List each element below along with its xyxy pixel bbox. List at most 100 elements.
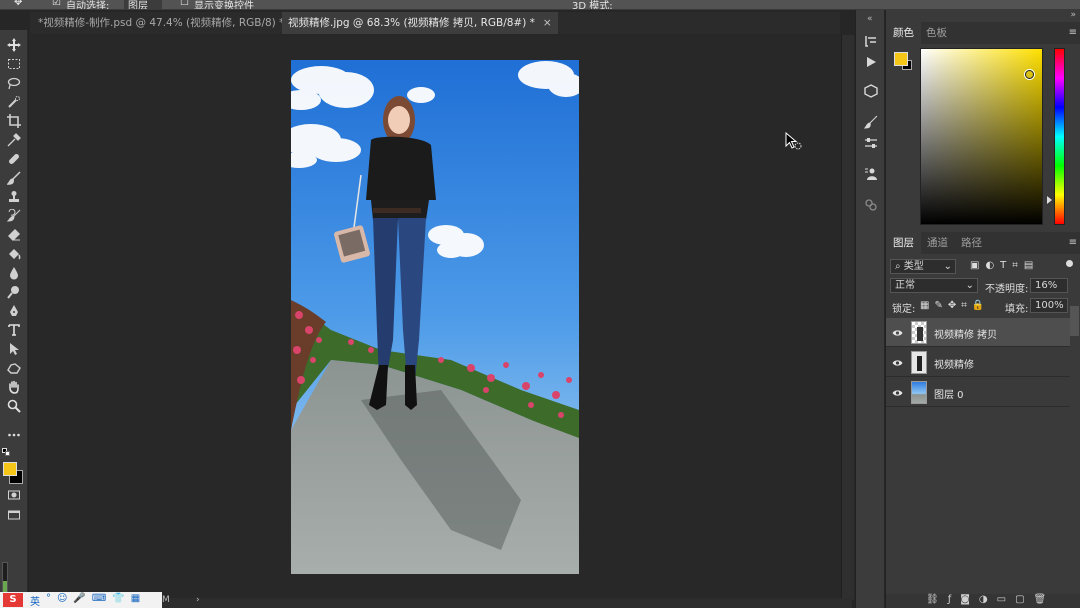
layers-footer: ⛓ƒ◙◑▭▢🗑 <box>886 594 1080 608</box>
color-picker-field[interactable] <box>920 48 1043 225</box>
marquee-tool-icon[interactable] <box>4 55 24 73</box>
type-tool-icon[interactable] <box>4 321 24 339</box>
color-panel-foreground-swatch[interactable] <box>894 52 908 66</box>
layer-filter-dropdown[interactable]: ⌕ 类型 ⌄ <box>890 259 956 274</box>
healing-brush-tool-icon[interactable] <box>4 150 24 168</box>
tab-color[interactable]: 颜色 <box>886 22 921 44</box>
layer-row[interactable]: 视频精修 拷贝 <box>886 318 1070 347</box>
search-icon: ⌕ <box>895 261 901 272</box>
tab-label: *视频精修-制作.psd @ 47.4% (视频精修, RGB/8) * <box>38 17 285 29</box>
hand-tool-icon[interactable] <box>4 378 24 396</box>
foreground-color-swatch[interactable] <box>3 462 17 476</box>
tab-channels[interactable]: 通道 <box>920 232 955 254</box>
quick-select-tool-icon[interactable] <box>4 93 24 111</box>
layer-row[interactable]: 视频精修 <box>886 348 1070 377</box>
eye-icon[interactable] <box>892 387 903 400</box>
collapse-arrows-icon[interactable]: « <box>867 14 873 24</box>
layer-row[interactable]: 图层 0 <box>886 378 1070 407</box>
photo-girl-on-road <box>291 60 579 574</box>
right-panels: » 颜色 色板 ≡ 图层 通道 路径 ≡ ⌕ 类型 ⌄ ▣◐T⌗▤ 正常 ⌄ 不透… <box>885 10 1080 608</box>
sogou-logo-icon[interactable]: S <box>3 593 23 607</box>
filter-toggle-icon[interactable] <box>1066 260 1073 267</box>
layers-scrollbar[interactable] <box>1070 306 1079 336</box>
tab-video-jpg[interactable]: 视频精修.jpg @ 68.3% (视频精修 拷贝, RGB/8#) * × <box>282 12 558 34</box>
options-bar: ✥ ☑ 自动选择: 图层 ☐ 显示变换控件 3D 模式: <box>0 0 1080 10</box>
properties-panel-icon[interactable] <box>862 165 879 182</box>
collapsed-panels-strip: « <box>855 10 884 608</box>
history-panel-icon[interactable] <box>862 32 879 49</box>
canvas-vertical-scrollbar[interactable] <box>841 35 854 600</box>
expand-arrows-icon[interactable]: » <box>1070 10 1076 20</box>
color-panel-tabs: 颜色 色板 ≡ <box>886 22 1080 44</box>
layer-name: 视频精修 拷贝 <box>934 330 998 341</box>
zoom-indicator: M <box>162 595 170 605</box>
chevron-down-icon: ⌄ <box>965 280 974 291</box>
blend-mode-dropdown[interactable]: 正常 ⌄ <box>890 278 978 293</box>
layer-thumbnail <box>911 381 927 404</box>
filter-label: 类型 <box>903 261 924 272</box>
hue-slider-marker[interactable] <box>1047 196 1052 204</box>
crop-tool-icon[interactable] <box>4 112 24 130</box>
3d-panel-icon[interactable] <box>862 82 879 99</box>
layer-thumbnail <box>911 351 927 374</box>
eye-icon[interactable] <box>892 357 903 370</box>
opacity-label: 不透明度: <box>985 284 1029 295</box>
panel-menu-icon[interactable]: ≡ <box>1069 27 1077 38</box>
eye-icon[interactable] <box>892 327 903 340</box>
ime-language-label[interactable]: 英 <box>30 593 40 608</box>
tab-swatches[interactable]: 色板 <box>919 22 954 44</box>
fill-label: 填充: <box>1005 304 1029 315</box>
status-arrow-icon[interactable]: › <box>196 595 200 605</box>
hue-slider[interactable] <box>1054 48 1065 225</box>
actions-play-icon[interactable] <box>862 53 879 70</box>
opacity-input[interactable]: 16% <box>1030 278 1068 293</box>
layers-panel-tabs: 图层 通道 路径 ≡ <box>886 232 1080 254</box>
quick-mask-icon[interactable] <box>4 486 24 504</box>
tab-paths[interactable]: 路径 <box>954 232 989 254</box>
brush-tool-icon[interactable] <box>4 169 24 187</box>
move-icon[interactable]: ✥ <box>14 0 22 8</box>
color-picker-handle[interactable] <box>1025 70 1034 79</box>
paint-bucket-tool-icon[interactable] <box>4 245 24 263</box>
eraser-tool-icon[interactable] <box>4 226 24 244</box>
blur-tool-icon[interactable] <box>4 264 24 282</box>
dodge-tool-icon[interactable] <box>4 283 24 301</box>
path-select-tool-icon[interactable] <box>4 340 24 358</box>
tab-layers[interactable]: 图层 <box>886 232 921 254</box>
layers-footer-icons[interactable]: ⛓ƒ◙◑▭▢🗑 <box>926 594 1055 605</box>
show-transform-checkbox[interactable]: ☐ <box>180 0 189 8</box>
status-bar: M › <box>162 595 852 608</box>
move-tool-icon[interactable] <box>4 36 24 54</box>
brush-settings-icon[interactable] <box>862 113 879 130</box>
tools-panel <box>0 30 28 608</box>
auto-select-dropdown[interactable]: 图层 <box>124 0 162 9</box>
clone-stamp-tool-icon[interactable] <box>4 188 24 206</box>
ime-toolbar: S 英 °☺🎤⌨👕▦ <box>0 592 162 608</box>
layer-name: 图层 0 <box>934 390 964 401</box>
chevron-down-icon: ⌄ <box>943 261 952 272</box>
glyphs-panel-icon[interactable] <box>862 196 879 213</box>
zoom-tool-icon[interactable] <box>4 397 24 415</box>
lock-icons[interactable]: ▦✎✥⌗🔒 <box>920 300 989 311</box>
adjustments-sliders-icon[interactable] <box>862 134 879 151</box>
layer-filter-icons[interactable]: ▣◐T⌗▤ <box>970 260 1039 271</box>
tab-design-psd[interactable]: *视频精修-制作.psd @ 47.4% (视频精修, RGB/8) *× <box>32 12 307 34</box>
auto-select-label: 自动选择: <box>66 1 110 10</box>
history-brush-tool-icon[interactable] <box>4 207 24 225</box>
more-tools-icon[interactable] <box>4 426 24 444</box>
panel-menu-icon[interactable]: ≡ <box>1069 237 1077 248</box>
default-colors-icon[interactable] <box>2 448 10 456</box>
auto-select-checkbox[interactable]: ☑ <box>52 0 61 8</box>
fill-input[interactable]: 100% <box>1030 298 1068 313</box>
layer-thumbnail <box>911 321 927 344</box>
close-icon[interactable]: × <box>543 17 552 29</box>
show-transform-label: 显示变换控件 <box>194 1 254 10</box>
document-image[interactable] <box>291 60 579 574</box>
ime-tool-icons[interactable]: °☺🎤⌨👕▦ <box>46 593 146 604</box>
lasso-tool-icon[interactable] <box>4 74 24 92</box>
screen-mode-icon[interactable] <box>4 506 24 524</box>
eyedropper-tool-icon[interactable] <box>4 131 24 149</box>
pen-tool-icon[interactable] <box>4 302 24 320</box>
shape-tool-icon[interactable] <box>4 359 24 377</box>
blend-mode-value: 正常 <box>895 280 915 291</box>
